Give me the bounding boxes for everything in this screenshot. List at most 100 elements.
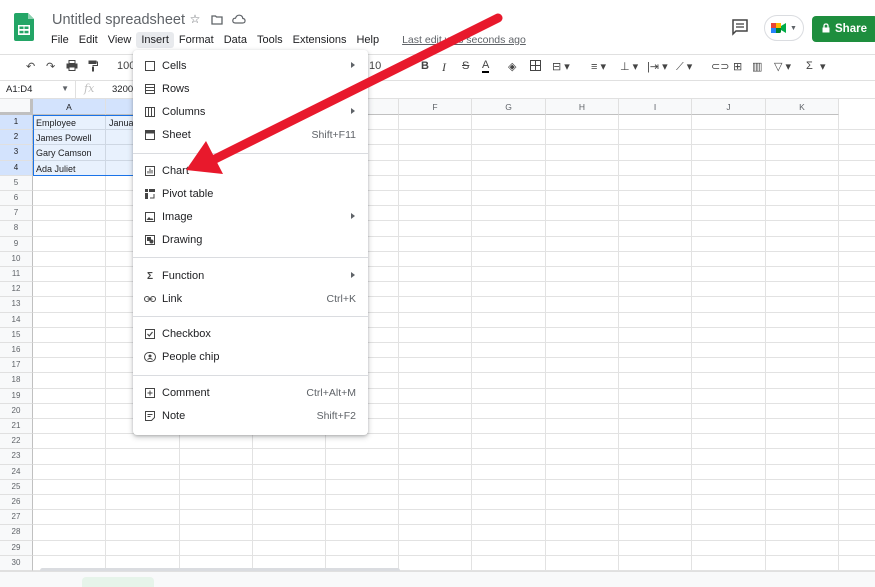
strikethrough-button[interactable]: S (462, 60, 469, 72)
row-header-13[interactable]: 13 (0, 297, 33, 313)
fill-color-icon[interactable]: ◈ (508, 60, 516, 73)
redo-icon[interactable]: ↷ (46, 60, 55, 73)
sheets-logo-icon[interactable] (14, 13, 34, 41)
cell-a4[interactable]: Ada Juliet (36, 164, 76, 174)
menu-help[interactable]: Help (351, 32, 384, 48)
menu-item-checkbox[interactable]: Checkbox (133, 323, 368, 345)
cell-a2[interactable]: James Powell (36, 133, 92, 143)
move-folder-icon[interactable] (210, 12, 224, 26)
share-button[interactable]: Share (812, 16, 875, 42)
menu-extensions[interactable]: Extensions (288, 32, 352, 48)
star-icon[interactable]: ☆ (188, 12, 202, 26)
row-header-19[interactable]: 19 (0, 388, 33, 404)
insert-link-icon[interactable]: ⊂⊃ (711, 60, 729, 73)
menu-item-chart[interactable]: Chart (133, 160, 368, 182)
cell-b1[interactable]: Janua (109, 118, 133, 128)
document-title[interactable]: Untitled spreadsheet (52, 12, 185, 28)
column-header-a[interactable]: A (33, 99, 106, 115)
cell-a1[interactable]: Employee (36, 118, 76, 128)
menu-view[interactable]: View (103, 32, 137, 48)
menu-insert[interactable]: Insert (136, 32, 174, 48)
sheet-tab[interactable] (82, 577, 154, 587)
row-header-29[interactable]: 29 (0, 540, 33, 556)
row-header-18[interactable]: 18 (0, 373, 33, 389)
print-icon[interactable] (66, 60, 78, 74)
menu-tools[interactable]: Tools (252, 32, 288, 48)
cell-a3[interactable]: Gary Camson (36, 148, 92, 158)
cell-grid[interactable]: ABCDEFGHIJK12345678910111213141516171819… (0, 99, 875, 571)
vertical-align-icon[interactable]: ⊥ ▾ (620, 60, 638, 73)
row-header-6[interactable]: 6 (0, 191, 33, 207)
row-header-15[interactable]: 15 (0, 327, 33, 343)
row-header-24[interactable]: 24 (0, 464, 33, 480)
bold-button[interactable]: B (421, 60, 429, 72)
merge-cells-icon[interactable]: ⊟ ▾ (552, 60, 570, 73)
paint-format-icon[interactable] (88, 60, 98, 75)
text-wrap-icon[interactable]: |⇥ ▾ (647, 60, 668, 73)
row-header-5[interactable]: 5 (0, 175, 33, 191)
row-header-23[interactable]: 23 (0, 449, 33, 465)
filter-icon[interactable]: ▽ ▾ (774, 60, 791, 73)
column-header-i[interactable]: I (619, 99, 692, 115)
meet-button[interactable]: ▼ (764, 15, 804, 41)
menu-item-link[interactable]: Link Ctrl+K (133, 288, 368, 310)
column-header-f[interactable]: F (399, 99, 472, 115)
insert-comment-icon[interactable]: ⊞ (733, 60, 742, 73)
name-box[interactable]: A1:D4 ▼ (0, 81, 76, 99)
menu-item-rows[interactable]: Rows (133, 78, 368, 100)
menu-item-function[interactable]: Σ Function (133, 265, 368, 287)
last-edit-link[interactable]: Last edit was seconds ago (402, 34, 526, 46)
italic-button[interactable]: I (442, 60, 446, 75)
font-size-input[interactable]: 10 (369, 60, 381, 72)
row-header-25[interactable]: 25 (0, 479, 33, 495)
row-header-14[interactable]: 14 (0, 312, 33, 328)
row-header-4[interactable]: 4 (0, 160, 33, 176)
text-color-button[interactable]: A (482, 60, 490, 73)
select-all-corner[interactable] (0, 99, 33, 115)
menu-item-image[interactable]: Image (133, 206, 368, 228)
row-header-17[interactable]: 17 (0, 358, 33, 374)
horizontal-align-icon[interactable]: ≡ ▾ (591, 60, 606, 73)
menu-file[interactable]: File (46, 32, 74, 48)
text-rotation-icon[interactable]: ⟋ ▾ (676, 60, 692, 74)
menu-item-columns[interactable]: Columns (133, 101, 368, 123)
menu-item-people-chip[interactable]: People chip (133, 346, 368, 368)
row-header-30[interactable]: 30 (0, 555, 33, 571)
row-header-22[interactable]: 22 (0, 434, 33, 450)
row-header-21[interactable]: 21 (0, 419, 33, 435)
menu-edit[interactable]: Edit (74, 32, 103, 48)
menu-item-note[interactable]: Note Shift+F2 (133, 405, 368, 427)
comment-history-icon[interactable] (731, 18, 749, 36)
menu-item-cells[interactable]: Cells (133, 55, 368, 77)
row-header-1[interactable]: 1 (0, 115, 33, 131)
row-header-9[interactable]: 9 (0, 236, 33, 252)
row-header-2[interactable]: 2 (0, 130, 33, 146)
row-header-7[interactable]: 7 (0, 206, 33, 222)
row-header-11[interactable]: 11 (0, 267, 33, 283)
row-header-16[interactable]: 16 (0, 343, 33, 359)
row-header-12[interactable]: 12 (0, 282, 33, 298)
row-header-8[interactable]: 8 (0, 221, 33, 237)
insert-chart-icon[interactable]: ▥ (752, 60, 762, 73)
column-header-h[interactable]: H (546, 99, 619, 115)
menu-data[interactable]: Data (219, 32, 252, 48)
menu-item-comment[interactable]: Comment Ctrl+Alt+M (133, 382, 368, 404)
row-header-10[interactable]: 10 (0, 251, 33, 267)
column-header-g[interactable]: G (472, 99, 546, 115)
menu-format[interactable]: Format (174, 32, 219, 48)
row-header-26[interactable]: 26 (0, 495, 33, 511)
formula-input[interactable]: 3200 (112, 84, 133, 95)
row-header-27[interactable]: 27 (0, 510, 33, 526)
undo-icon[interactable]: ↶ (26, 60, 35, 73)
column-header-k[interactable]: K (766, 99, 839, 115)
row-header-3[interactable]: 3 (0, 145, 33, 161)
column-header-j[interactable]: J (692, 99, 766, 115)
row-header-28[interactable]: 28 (0, 525, 33, 541)
row-header-20[interactable]: 20 (0, 403, 33, 419)
functions-button[interactable]: Σ (806, 60, 813, 72)
borders-icon[interactable] (530, 60, 541, 74)
cloud-status-icon[interactable] (232, 12, 246, 26)
menu-item-pivot-table[interactable]: Pivot table (133, 183, 368, 205)
functions-chevron-icon[interactable]: ▾ (820, 60, 826, 73)
menu-item-drawing[interactable]: Drawing (133, 229, 368, 251)
